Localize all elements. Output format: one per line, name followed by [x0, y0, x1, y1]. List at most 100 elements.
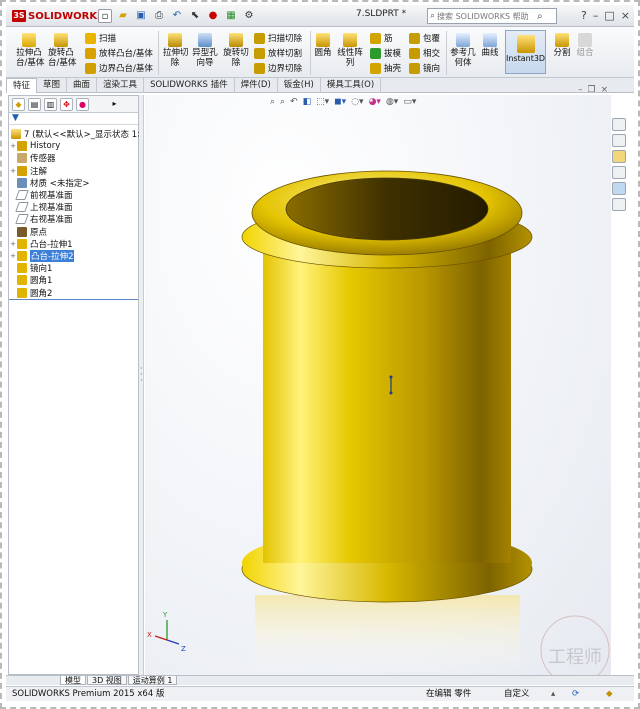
open-folder-icon[interactable]: ▰ [116, 9, 130, 23]
tab-sketch[interactable]: 草图 [37, 78, 68, 93]
reference-geometry-button[interactable]: 参考几 何体 [450, 33, 476, 68]
feature-tree-item[interactable]: 前视基准面 [9, 189, 138, 201]
tab-weldments[interactable]: 焊件(D) [235, 78, 278, 93]
options-gear-icon[interactable]: ⚙ [242, 9, 256, 23]
rollback-bar[interactable] [9, 299, 138, 300]
tab-features[interactable]: 特征 [6, 78, 38, 93]
intersect-button[interactable]: 相交 [409, 47, 440, 59]
tree-expand-toggle[interactable]: + [9, 240, 17, 248]
select-cursor-icon[interactable]: ⬉ [188, 9, 202, 23]
wrap-button[interactable]: 包覆 [409, 32, 440, 44]
previous-view-icon[interactable]: ↶ [290, 97, 298, 107]
feature-tree-item[interactable]: 圆角2 [9, 286, 138, 299]
close-icon[interactable]: × [621, 9, 630, 22]
zoom-area-icon[interactable]: ⌕ [280, 97, 285, 107]
design-library-icon[interactable] [612, 134, 626, 147]
graphics-viewport[interactable]: Y X Z 工程师 [145, 95, 611, 675]
tree-expand-toggle[interactable]: + [9, 252, 17, 260]
instant3d-toggle[interactable]: Instant3D [505, 30, 546, 74]
zoom-to-fit-icon[interactable]: ⌕ [270, 97, 275, 107]
file-explorer-icon[interactable] [612, 150, 626, 163]
extrude-boss-button[interactable]: 拉伸凸 台/基体 [16, 33, 44, 68]
filter-icon[interactable]: ▼ [9, 113, 138, 125]
solidworks-logo[interactable]: 3S SOLIDWORKS [12, 9, 104, 23]
feature-tree-item[interactable]: 原点 [9, 226, 138, 238]
shell-button[interactable]: 抽壳 [370, 62, 401, 74]
feature-tree-item[interactable]: 圆角1 [9, 274, 138, 286]
feature-tree-item[interactable]: 镜向1 [9, 262, 138, 274]
panel-expand-icon[interactable]: ▸ [108, 98, 121, 111]
feature-manager-tab-icon[interactable]: ◆ [12, 97, 25, 111]
draft-button[interactable]: 拔模 [370, 47, 401, 59]
configuration-manager-tab-icon[interactable]: ▥ [44, 97, 57, 111]
rib-button[interactable]: 筋 [370, 32, 393, 44]
hole-wizard-button[interactable]: 异型孔 向导 [191, 33, 219, 68]
status-units[interactable]: 自定义 [504, 687, 530, 701]
display-manager-tab-icon[interactable]: ● [76, 97, 89, 111]
tab-model[interactable]: 模型 [60, 676, 86, 685]
undo-icon[interactable]: ↶ [170, 9, 184, 23]
doc-close-icon[interactable]: × [601, 85, 609, 95]
minimize-icon[interactable]: – [593, 9, 599, 22]
help-question-icon[interactable]: ? [581, 9, 587, 22]
fillet-button[interactable]: 圆角 [313, 33, 333, 58]
view-orientation-icon[interactable]: ⬚▾ [316, 97, 329, 107]
combine-button[interactable]: 组合 [574, 33, 596, 58]
rebuild-icon[interactable]: ▦ [224, 9, 238, 23]
section-view-icon[interactable]: ◧ [303, 97, 312, 107]
tab-3d-views[interactable]: 3D 视图 [87, 676, 127, 685]
apply-scene-icon[interactable]: ◍▾ [386, 97, 398, 107]
feature-tree-root[interactable]: 7 (默认<<默认>_显示状态 1> [9, 128, 144, 140]
edit-appearance-icon[interactable]: ◕▾ [369, 97, 381, 107]
sweep-button[interactable]: 扫描 [85, 32, 116, 44]
extrude-cut-button[interactable]: 拉伸切 除 [163, 33, 189, 68]
feature-tree-item[interactable]: + 凸台-拉伸1 [9, 238, 138, 250]
tree-expand-toggle[interactable]: + [9, 167, 17, 175]
rebuild-status-icon[interactable]: ⟳ [572, 687, 579, 701]
tab-motion-study[interactable]: 运动算例 1 [127, 676, 178, 685]
dimxpert-tab-icon[interactable]: ✥ [60, 97, 73, 111]
lofted-cut-button[interactable]: 放样切割 [254, 47, 302, 59]
mirror-button[interactable]: 镜向 [409, 62, 440, 74]
tab-surfaces[interactable]: 曲面 [67, 78, 98, 93]
doc-restore-icon[interactable]: ❐ [588, 85, 596, 95]
tab-mold-tools[interactable]: 模具工具(O) [321, 78, 382, 93]
traffic-light-icon[interactable]: ● [206, 9, 220, 23]
view-settings-icon[interactable]: ▭▾ [403, 97, 416, 107]
help-search-input[interactable] [437, 11, 538, 21]
swept-cut-button[interactable]: 扫描切除 [254, 32, 302, 44]
curves-button[interactable]: 曲线 [480, 33, 500, 58]
loft-button[interactable]: 放样凸台/基体 [85, 47, 153, 59]
revolve-boss-button[interactable]: 旋转凸 台/基体 [48, 33, 76, 68]
feature-tree-item[interactable]: + History [9, 140, 138, 152]
print-icon[interactable]: ⎙ [152, 9, 166, 23]
feature-tree-item[interactable]: 材质 <未指定> [9, 177, 138, 189]
property-manager-tab-icon[interactable]: ▤ [28, 97, 41, 111]
linear-pattern-button[interactable]: 线性阵 列 [337, 33, 363, 68]
appearances-icon[interactable] [612, 182, 626, 195]
hide-show-items-icon[interactable]: ◌▾ [351, 97, 363, 107]
boundary-boss-button[interactable]: 边界凸台/基体 [85, 62, 153, 74]
save-icon[interactable]: ▣ [134, 9, 148, 23]
maximize-icon[interactable]: □ [604, 9, 614, 22]
feature-tree-item[interactable]: + 注解 [9, 165, 138, 177]
feature-tree-item[interactable]: + 凸台-拉伸2 [9, 249, 138, 262]
revolve-cut-button[interactable]: 旋转切 除 [223, 33, 249, 68]
display-style-icon[interactable]: ◼▾ [334, 97, 346, 107]
doc-minimize-icon[interactable]: – [578, 85, 583, 95]
feature-tree-item[interactable]: 传感器 [9, 152, 138, 164]
tab-addins[interactable]: SOLIDWORKS 插件 [144, 78, 235, 93]
solidworks-resources-icon[interactable] [612, 118, 626, 131]
tree-expand-toggle[interactable]: + [9, 142, 17, 150]
custom-properties-icon[interactable] [612, 198, 626, 211]
units-dropdown-icon[interactable]: ▴ [551, 687, 555, 701]
feature-tree-item[interactable]: 上视基准面 [9, 201, 138, 213]
status-tag-icon[interactable]: ◆ [606, 687, 613, 701]
tab-sheet-metal[interactable]: 钣金(H) [278, 78, 321, 93]
help-search-box[interactable]: ⌕ ⌕ [427, 8, 557, 24]
boundary-cut-button[interactable]: 边界切除 [254, 62, 302, 74]
search-magnifier-icon[interactable]: ⌕ [537, 11, 543, 22]
new-document-icon[interactable]: ▫ [98, 9, 112, 23]
tab-render-tools[interactable]: 渲染工具 [97, 78, 145, 93]
collapse-grip-icon[interactable]: · · · [140, 365, 143, 386]
